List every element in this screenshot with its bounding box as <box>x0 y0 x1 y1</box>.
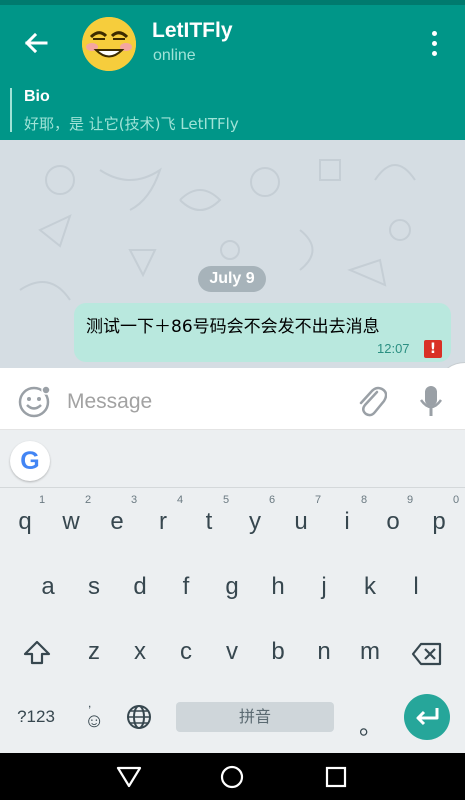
back-arrow-icon[interactable] <box>20 27 52 59</box>
key-label: i <box>344 508 350 535</box>
key-hint: , <box>88 696 92 710</box>
menu-dot <box>432 31 437 36</box>
key-t[interactable]: t5 <box>195 494 229 536</box>
chat-header: LetITFly online <box>0 5 465 80</box>
key-z[interactable]: z <box>80 638 108 666</box>
key-v[interactable]: v <box>218 638 246 666</box>
key-p[interactable]: p0 <box>425 494 459 536</box>
nav-home-icon[interactable] <box>220 765 244 789</box>
key-hint: 3 <box>131 494 138 506</box>
message-input[interactable]: Message <box>67 390 152 414</box>
send-error-icon[interactable]: ! <box>424 340 442 358</box>
key-b[interactable]: b <box>264 638 292 666</box>
key-hint: 4 <box>177 494 184 506</box>
key-label: y <box>249 508 261 535</box>
key-q[interactable]: q1 <box>11 494 45 536</box>
key-x[interactable]: x <box>126 638 154 666</box>
chat-title[interactable]: LetITFly <box>152 19 233 43</box>
key-f[interactable]: f <box>172 573 200 601</box>
back-arrow-svg <box>24 32 48 54</box>
date-separator: July 9 <box>198 266 266 292</box>
key-label: u <box>294 508 308 535</box>
menu-dot <box>432 51 437 56</box>
message-bubble[interactable]: 测试一下＋86号码会不会发不出去消息 12:07 ! <box>74 303 451 362</box>
key-i[interactable]: i8 <box>333 494 367 536</box>
key-r[interactable]: r4 <box>149 494 183 536</box>
message-time: 12:07 <box>377 341 410 356</box>
nav-back-icon[interactable] <box>116 765 142 789</box>
enter-key[interactable] <box>404 694 450 740</box>
bio-accent-bar <box>10 88 12 132</box>
emoji-icon[interactable] <box>18 386 50 418</box>
key-a[interactable]: a <box>34 573 62 601</box>
key-s[interactable]: s <box>80 573 108 601</box>
chat-status: online <box>153 47 196 64</box>
key-e[interactable]: e3 <box>103 494 137 536</box>
key-g[interactable]: g <box>218 573 246 601</box>
menu-dot <box>432 41 437 46</box>
key-label: p <box>432 508 446 535</box>
backspace-icon[interactable] <box>411 641 443 667</box>
key-j[interactable]: j <box>310 573 338 601</box>
key-hint: 0 <box>453 494 460 506</box>
key-d[interactable]: d <box>126 573 154 601</box>
key-label: r <box>159 508 167 535</box>
key-hint: 7 <box>315 494 322 506</box>
nav-recents-icon[interactable] <box>325 766 347 788</box>
keyboard-suggestion-bar: G <box>0 430 465 488</box>
key-u[interactable]: u7 <box>287 494 321 536</box>
avatar[interactable] <box>82 17 136 71</box>
key-hint: 5 <box>223 494 230 506</box>
key-label: q <box>18 508 32 535</box>
key-label: o <box>386 508 400 535</box>
key-y[interactable]: y6 <box>241 494 275 536</box>
key-hint: 1 <box>39 494 46 506</box>
key-hint: 6 <box>269 494 276 506</box>
key-m[interactable]: m <box>356 638 384 666</box>
avatar-face-icon <box>82 17 136 71</box>
message-composer: Message <box>0 368 465 430</box>
key-hint: 8 <box>361 494 368 506</box>
attach-icon[interactable] <box>355 384 387 418</box>
pinned-bio[interactable]: Bio 好耶，是 让它(技术)飞 LetITFly <box>0 80 465 140</box>
space-key[interactable]: 拼音 <box>176 702 334 732</box>
menu-dots-icon[interactable] <box>424 29 444 59</box>
bio-label: Bio <box>24 88 50 105</box>
key-k[interactable]: k <box>356 573 384 601</box>
symbols-key[interactable]: ?123 <box>12 707 60 727</box>
google-button[interactable]: G <box>10 441 50 481</box>
chat-area[interactable]: July 9 测试一下＋86号码会不会发不出去消息 12:07 ! ‹ <box>0 140 465 368</box>
key-o[interactable]: o9 <box>379 494 413 536</box>
keyboard: G q1 w2 e3 r4 t5 y6 u7 i8 o9 p0 a s d f … <box>0 430 465 753</box>
globe-icon[interactable] <box>126 704 152 730</box>
key-h[interactable]: h <box>264 573 292 601</box>
key-c[interactable]: c <box>172 638 200 666</box>
bio-text: 好耶，是 让它(技术)飞 LetITFly <box>24 115 239 133</box>
key-hint: 9 <box>407 494 414 506</box>
key-n[interactable]: n <box>310 638 338 666</box>
emoji-key-icon: ☺ <box>84 710 105 732</box>
system-nav-bar <box>0 753 465 800</box>
key-label: e <box>110 508 124 535</box>
period-key[interactable]: 。 <box>358 706 384 741</box>
key-label: t <box>205 508 213 535</box>
mic-icon[interactable] <box>419 384 443 418</box>
google-icon: G <box>20 447 40 475</box>
shift-icon[interactable] <box>22 638 52 668</box>
emoji-key[interactable]: , ☺ <box>82 696 108 738</box>
enter-icon <box>416 708 439 726</box>
key-l[interactable]: l <box>402 573 430 601</box>
key-label: w <box>62 508 80 535</box>
message-text: 测试一下＋86号码会不会发不出去消息 <box>86 317 380 337</box>
key-w[interactable]: w2 <box>57 494 91 536</box>
key-hint: 2 <box>85 494 92 506</box>
